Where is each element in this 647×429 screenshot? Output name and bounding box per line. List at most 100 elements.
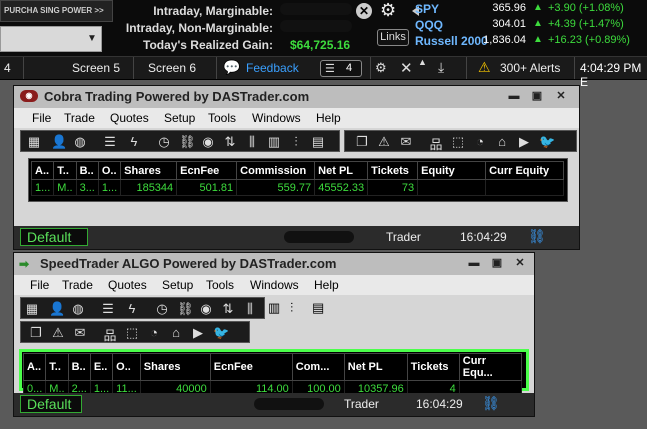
settings-window-icon[interactable]: ⚙ [375, 60, 387, 76]
globe-icon[interactable]: ◍ [73, 134, 87, 150]
column-header[interactable]: T.. [53, 161, 77, 180]
minimize-icon[interactable]: ▬ [467, 256, 481, 270]
eye-icon[interactable]: ◉ [199, 301, 213, 317]
column-header[interactable]: T.. [45, 353, 69, 381]
table-icon[interactable]: ▦ [25, 301, 39, 317]
list-icon[interactable]: ☰ [103, 134, 117, 150]
ticker-symbol-qqq[interactable]: QQQ [415, 18, 443, 32]
youtube-icon[interactable]: ▶ [517, 134, 531, 150]
column-header[interactable]: Shares [120, 161, 178, 180]
column-header[interactable]: Net PL [343, 353, 408, 381]
column-header[interactable]: A.. [30, 161, 55, 180]
menu-help[interactable]: Help [316, 111, 341, 125]
timer-icon[interactable]: ◔ [473, 134, 487, 149]
menu-quotes[interactable]: Quotes [108, 278, 147, 292]
clock-icon[interactable]: ◷ [157, 134, 171, 150]
mail-icon[interactable]: ✉ [399, 134, 413, 150]
column-header[interactable]: EcnFee [209, 353, 293, 381]
menu-help[interactable]: Help [314, 278, 339, 292]
lightning-icon[interactable]: ϟ [125, 301, 139, 316]
globe-icon[interactable]: ◍ [71, 301, 85, 317]
menu-windows[interactable]: Windows [252, 111, 301, 125]
column-header[interactable]: Com... [291, 353, 345, 381]
warning-icon[interactable]: ⚠ [51, 325, 65, 341]
hierarchy-icon[interactable]: 品 [103, 325, 117, 344]
chart-icon[interactable]: ▥ [267, 134, 281, 150]
twitter-icon[interactable]: 🐦 [213, 325, 229, 341]
bars-icon[interactable]: ⫶ [290, 300, 293, 316]
menu-setup[interactable]: Setup [164, 111, 195, 125]
download-icon[interactable]: ⤓ [438, 59, 444, 76]
warning-icon[interactable]: ⚠ [377, 134, 391, 150]
home-icon[interactable]: ⌂ [169, 325, 183, 340]
copy-icon[interactable]: ❐ [355, 134, 369, 150]
table-icon[interactable]: ▦ [27, 134, 41, 150]
tab-screen-5[interactable]: Screen 5 [72, 61, 120, 75]
alerts-link[interactable]: 300+ Alerts [500, 61, 560, 75]
link-icon[interactable]: ⛓ [179, 134, 196, 150]
column-header[interactable]: B.. [75, 161, 99, 180]
column-header[interactable]: Curr Equ... [458, 353, 522, 381]
window-titlebar[interactable]: ➡ SpeedTrader ALGO Powered by DASTrader.… [14, 253, 534, 275]
tab-screen-4[interactable]: 4 [4, 61, 11, 75]
column-header[interactable]: O.. [112, 353, 141, 381]
column-header[interactable]: A.. [22, 353, 47, 381]
eye-icon[interactable]: ◉ [201, 134, 215, 150]
select-icon[interactable]: ⬚ [451, 134, 465, 150]
home-icon[interactable]: ⌂ [495, 134, 509, 149]
column-header[interactable]: E.. [89, 353, 114, 381]
column-header[interactable]: B.. [67, 353, 91, 381]
maximize-icon[interactable]: ▣ [530, 89, 544, 103]
tools-icon[interactable]: ✕ [400, 59, 413, 77]
close-icon[interactable]: ✕ [513, 256, 527, 270]
column-header[interactable]: Shares [139, 353, 211, 381]
mail-icon[interactable]: ✉ [73, 325, 87, 341]
close-icon[interactable]: ✕ [554, 89, 568, 103]
twitter-icon[interactable]: 🐦 [539, 134, 555, 150]
document-icon[interactable]: ▤ [311, 134, 325, 150]
feedback-link[interactable]: Feedback [246, 61, 299, 75]
menu-file[interactable]: File [32, 111, 51, 125]
menu-trade[interactable]: Trade [62, 278, 93, 292]
sort-icon[interactable]: ⇅ [223, 134, 237, 150]
column-header[interactable]: Equity [417, 161, 487, 180]
clock-icon[interactable]: ◷ [155, 301, 169, 317]
column-header[interactable]: Net PL [314, 161, 369, 180]
column-header[interactable]: EcnFee [176, 161, 238, 180]
timer-icon[interactable]: ◔ [147, 325, 161, 340]
menu-trade[interactable]: Trade [64, 111, 95, 125]
copy-icon[interactable]: ❐ [29, 325, 43, 341]
lightning-icon[interactable]: ϟ [127, 134, 141, 149]
document-icon[interactable]: ▤ [312, 300, 324, 316]
window-count-button[interactable]: ☰ 4 [320, 60, 362, 77]
menu-windows[interactable]: Windows [250, 278, 299, 292]
chart-icon[interactable]: ▥ [268, 300, 280, 316]
column-header[interactable]: Tickets [367, 161, 419, 180]
account-dropdown[interactable]: ▼ [0, 26, 102, 52]
purchasing-power-button[interactable]: PURCHA SING POWER >> [0, 0, 113, 22]
menu-file[interactable]: File [30, 278, 49, 292]
column-header[interactable]: Curr Equity [485, 161, 565, 180]
maximize-icon[interactable]: ▣ [490, 256, 504, 270]
default-layout-tab[interactable]: Default [20, 395, 82, 413]
gear-icon[interactable]: ⚙ [380, 0, 410, 22]
ticker-symbol-spy[interactable]: SPY [415, 2, 439, 16]
table-row[interactable]: 1... M.. 3... 1... 185344 501.81 559.77 … [30, 179, 565, 196]
menu-quotes[interactable]: Quotes [110, 111, 149, 125]
user-icon[interactable]: 👤 [51, 134, 67, 150]
link-status-icon[interactable]: ⛓ [482, 395, 500, 412]
hierarchy-icon[interactable]: 品 [429, 134, 443, 153]
list-icon[interactable]: ☰ [101, 301, 115, 317]
link-status-icon[interactable]: ⛓ [528, 228, 546, 245]
menu-setup[interactable]: Setup [162, 278, 193, 292]
sort-icon[interactable]: ⇅ [221, 301, 235, 317]
column-header[interactable]: O.. [97, 161, 122, 180]
youtube-icon[interactable]: ▶ [191, 325, 205, 341]
bars-icon[interactable]: ⫶ [289, 134, 303, 150]
minimize-icon[interactable]: ▬ [507, 89, 521, 103]
select-icon[interactable]: ⬚ [125, 325, 139, 341]
window-titlebar[interactable]: ◉ Cobra Trading Powered by DASTrader.com… [14, 86, 579, 108]
tab-screen-6[interactable]: Screen 6 [148, 61, 196, 75]
menu-tools[interactable]: Tools [208, 111, 236, 125]
sliders-icon[interactable]: ⫼ [243, 301, 257, 317]
